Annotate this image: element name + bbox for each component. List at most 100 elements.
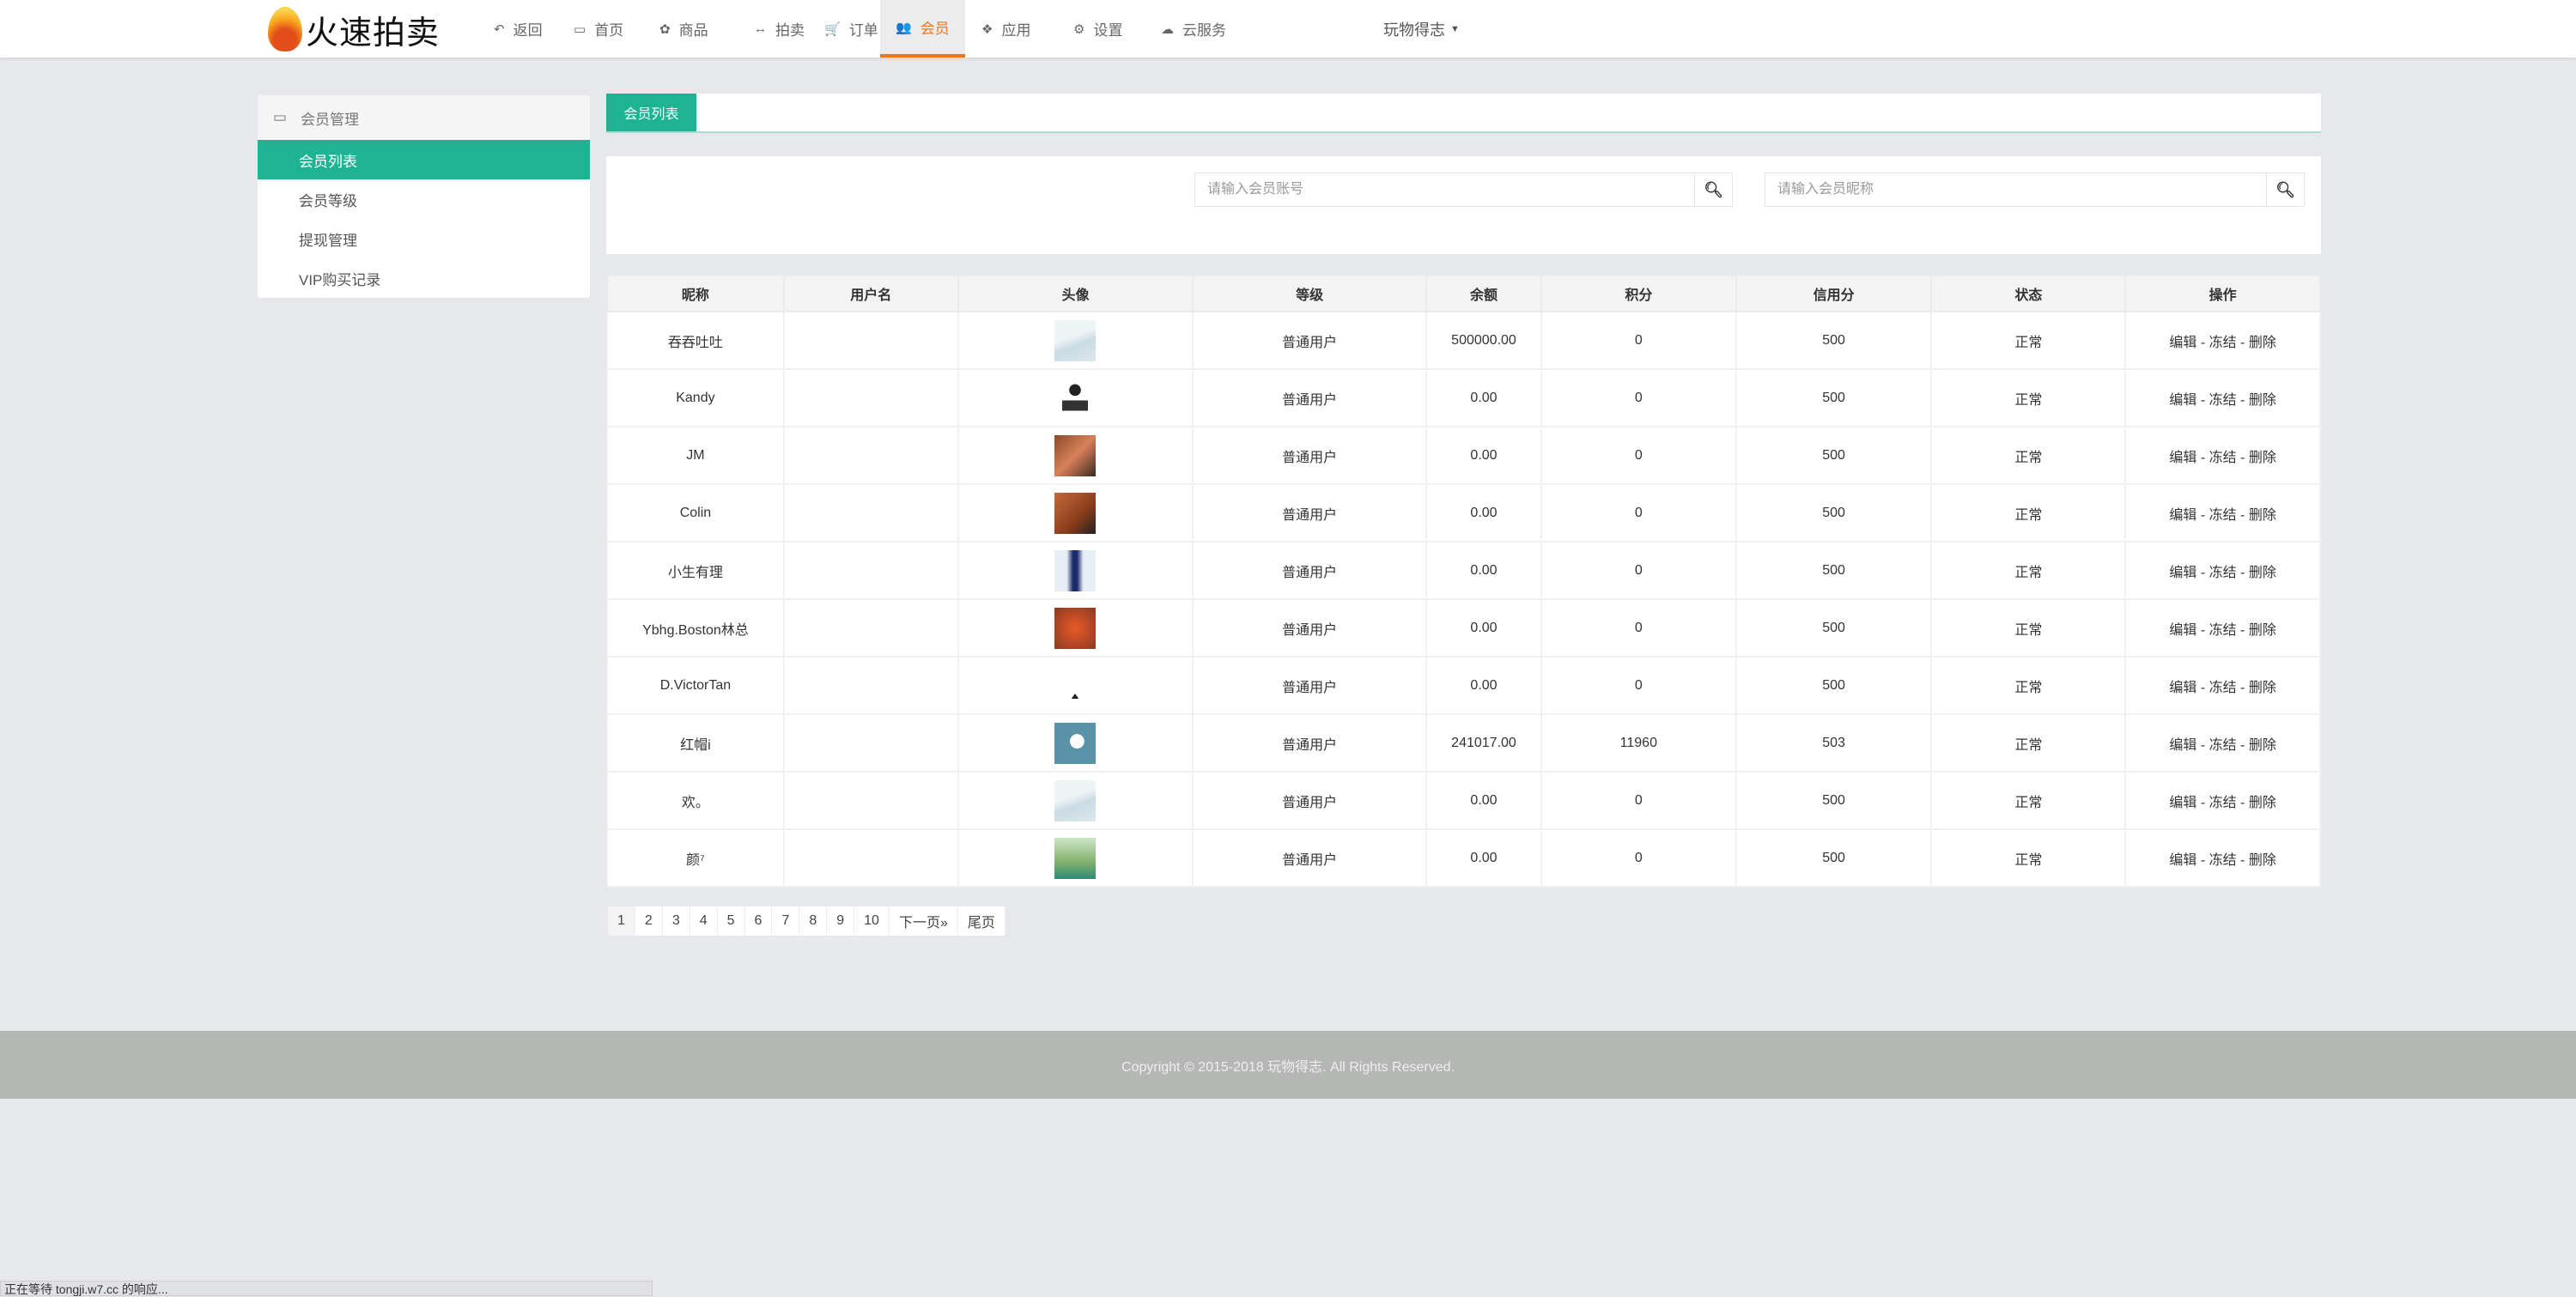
nav-auction[interactable]: ↔ 拍卖: [738, 0, 820, 58]
last-page-button[interactable]: 尾页: [958, 906, 1005, 936]
nickname-search: 🔍︎: [1765, 173, 2305, 207]
page-4[interactable]: 4: [690, 906, 718, 936]
separator: -: [2196, 680, 2209, 695]
nickname-cell: 颜⁷: [606, 828, 785, 888]
nickname-cell: Kandy: [606, 368, 785, 427]
edit-link[interactable]: 编辑: [2169, 566, 2196, 580]
delete-link[interactable]: 删除: [2249, 623, 2276, 638]
actions-cell: 编辑 - 冻结 - 删除: [2124, 713, 2321, 773]
table-row: D.VictorTan 普通用户 0.00 0 500 正常 编辑 - 冻结 - 删除: [606, 656, 2321, 715]
avatar-cell: [957, 426, 1194, 485]
nickname-search-input[interactable]: [1765, 173, 2266, 206]
sidebar-item-member-list[interactable]: 会员列表: [258, 140, 590, 179]
edit-link[interactable]: 编辑: [2169, 623, 2196, 638]
column-header: 状态: [1930, 275, 2127, 312]
freeze-link[interactable]: 冻结: [2209, 623, 2237, 638]
page-5[interactable]: 5: [718, 906, 745, 936]
nav-apps[interactable]: ❖ 应用: [966, 0, 1046, 58]
column-header: 昵称: [606, 275, 785, 312]
separator: -: [2236, 852, 2249, 868]
account-search-input[interactable]: [1195, 173, 1694, 206]
delete-link[interactable]: 删除: [2249, 738, 2276, 753]
freeze-link[interactable]: 冻结: [2209, 796, 2237, 810]
separator: -: [2236, 737, 2249, 753]
tab-member-list[interactable]: 会员列表: [606, 94, 696, 131]
edit-link[interactable]: 编辑: [2169, 336, 2196, 350]
freeze-link[interactable]: 冻结: [2209, 508, 2237, 523]
nav-cloud[interactable]: ☁ 云服务: [1145, 0, 1242, 58]
sidebar-item-member-level[interactable]: 会员等级: [258, 179, 590, 219]
nav-settings[interactable]: ⚙ 设置: [1058, 0, 1138, 58]
actions-cell: 编辑 - 冻结 - 删除: [2124, 541, 2321, 600]
freeze-link[interactable]: 冻结: [2209, 681, 2237, 695]
sidebar-item-vip-records[interactable]: VIP购买记录: [258, 258, 590, 298]
freeze-link[interactable]: 冻结: [2209, 393, 2237, 408]
search-panel: 🔍︎ 🔍︎: [606, 156, 2321, 254]
page-6[interactable]: 6: [745, 906, 773, 936]
separator: -: [2196, 392, 2209, 408]
delete-link[interactable]: 删除: [2249, 393, 2276, 408]
status-cell: 正常: [1930, 828, 2127, 888]
footer: Copyright © 2015-2018 玩物得志. All Rights R…: [0, 1031, 2576, 1099]
gift-icon: ✿: [659, 21, 671, 37]
page-1[interactable]: 1: [608, 906, 635, 936]
page-8[interactable]: 8: [799, 906, 828, 936]
freeze-link[interactable]: 冻结: [2209, 853, 2237, 868]
delete-link[interactable]: 删除: [2249, 853, 2276, 868]
edit-link[interactable]: 编辑: [2169, 796, 2196, 810]
page-9[interactable]: 9: [827, 906, 855, 936]
edit-link[interactable]: 编辑: [2169, 508, 2196, 523]
delete-link[interactable]: 删除: [2249, 451, 2276, 465]
page-3[interactable]: 3: [663, 906, 690, 936]
edit-link[interactable]: 编辑: [2169, 393, 2196, 408]
username-cell: [782, 828, 959, 888]
delete-link[interactable]: 删除: [2249, 508, 2276, 523]
balance-cell: 0.00: [1425, 656, 1542, 715]
table-row: Kandy 普通用户 0.00 0 500 正常 编辑 - 冻结 - 删除: [606, 368, 2321, 427]
nav-home[interactable]: ▭ 首页: [558, 0, 639, 58]
column-header: 操作: [2124, 275, 2321, 312]
delete-link[interactable]: 删除: [2249, 681, 2276, 695]
user-menu[interactable]: 玩物得志 ▼: [1383, 0, 1460, 58]
page-2[interactable]: 2: [635, 906, 663, 936]
freeze-link[interactable]: 冻结: [2209, 451, 2237, 465]
pagination: 1 2 3 4 5 6 7 8 9 10 下一页» 尾页: [608, 906, 1005, 936]
freeze-link[interactable]: 冻结: [2209, 738, 2237, 753]
top-navbar: 火速拍卖 ↶ 返回 ▭ 首页 ✿ 商品 ↔ 拍卖 🛒 订单 👥 会员 ❖ 应用 ⚙ 设置 ☁ 云服务 玩物得志 ▼: [0, 0, 2576, 58]
freeze-link[interactable]: 冻结: [2209, 336, 2237, 350]
edit-link[interactable]: 编辑: [2169, 451, 2196, 465]
edit-link[interactable]: 编辑: [2169, 853, 2196, 868]
search-icon: 🔍︎: [1704, 180, 1723, 198]
page-10[interactable]: 10: [854, 906, 890, 936]
separator: -: [2196, 335, 2209, 350]
sidebar-item-withdraw[interactable]: 提现管理: [258, 219, 590, 258]
next-page-button[interactable]: 下一页»: [890, 906, 958, 936]
nav-back[interactable]: ↶ 返回: [478, 0, 558, 58]
nav-members[interactable]: 👥 会员: [880, 0, 965, 58]
edit-link[interactable]: 编辑: [2169, 738, 2196, 753]
page-7[interactable]: 7: [772, 906, 800, 936]
nav-goods[interactable]: ✿ 商品: [644, 0, 724, 58]
nav-label: 订单: [848, 22, 878, 39]
delete-link[interactable]: 删除: [2249, 566, 2276, 580]
avatar: [1054, 549, 1097, 591]
points-cell: 0: [1540, 483, 1737, 542]
inbox-icon: ▭: [273, 109, 288, 125]
actions-cell: 编辑 - 冻结 - 删除: [2124, 656, 2321, 715]
credit-cell: 500: [1735, 426, 1933, 485]
username-cell: [782, 483, 959, 542]
edit-link[interactable]: 编辑: [2169, 681, 2196, 695]
balance-cell: 0.00: [1425, 368, 1542, 427]
brand-logo[interactable]: 火速拍卖: [268, 5, 440, 53]
delete-link[interactable]: 删除: [2249, 336, 2276, 350]
nickname-search-button[interactable]: 🔍︎: [2266, 173, 2304, 206]
avatar-cell: [957, 771, 1194, 830]
freeze-link[interactable]: 冻结: [2209, 566, 2237, 580]
credit-cell: 503: [1735, 713, 1933, 773]
separator: -: [2196, 622, 2209, 638]
account-search-button[interactable]: 🔍︎: [1694, 173, 1732, 206]
avatar: [1054, 492, 1097, 534]
caret-down-icon: ▼: [1450, 23, 1460, 34]
delete-link[interactable]: 删除: [2249, 796, 2276, 810]
level-cell: 普通用户: [1192, 828, 1428, 888]
